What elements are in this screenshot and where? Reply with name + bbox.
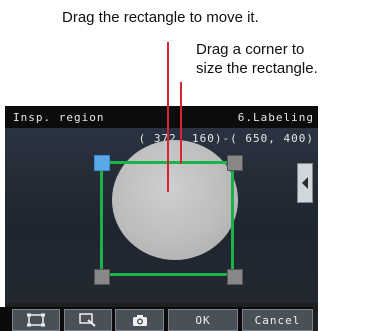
handle-bottom-right[interactable] <box>227 269 243 285</box>
zoom-button[interactable] <box>64 309 112 331</box>
cancel-button-label: Cancel <box>254 313 301 327</box>
region-title: Insp. region <box>13 111 105 124</box>
side-panel-toggle[interactable] <box>297 163 313 203</box>
ok-button-label: OK <box>195 313 211 327</box>
resize-hint-line2: size the rectangle. <box>196 60 318 77</box>
camera-icon <box>132 314 147 326</box>
resize-hint-line1: Drag a corner to <box>196 41 305 58</box>
capture-button[interactable] <box>115 309 164 331</box>
cancel-button[interactable]: Cancel <box>242 309 313 331</box>
handle-bottom-left[interactable] <box>94 269 110 285</box>
region-icon <box>27 313 45 327</box>
resize-hint-leader-line <box>180 82 182 164</box>
ok-button[interactable]: OK <box>168 309 238 331</box>
chevron-left-icon <box>302 177 308 189</box>
handle-top-right[interactable] <box>227 155 243 171</box>
resize-hint-text: Drag a corner to size the rectangle. <box>196 40 366 78</box>
zoom-icon <box>79 313 96 327</box>
move-hint-text: Drag the rectangle to move it. <box>62 9 259 26</box>
handle-top-left[interactable] <box>94 155 110 171</box>
title-bar: Insp. region 6.Labeling <box>5 106 318 128</box>
move-hint-leader-line <box>167 42 169 192</box>
mode-label: 6.Labeling <box>237 111 314 124</box>
region-button[interactable] <box>12 309 60 331</box>
